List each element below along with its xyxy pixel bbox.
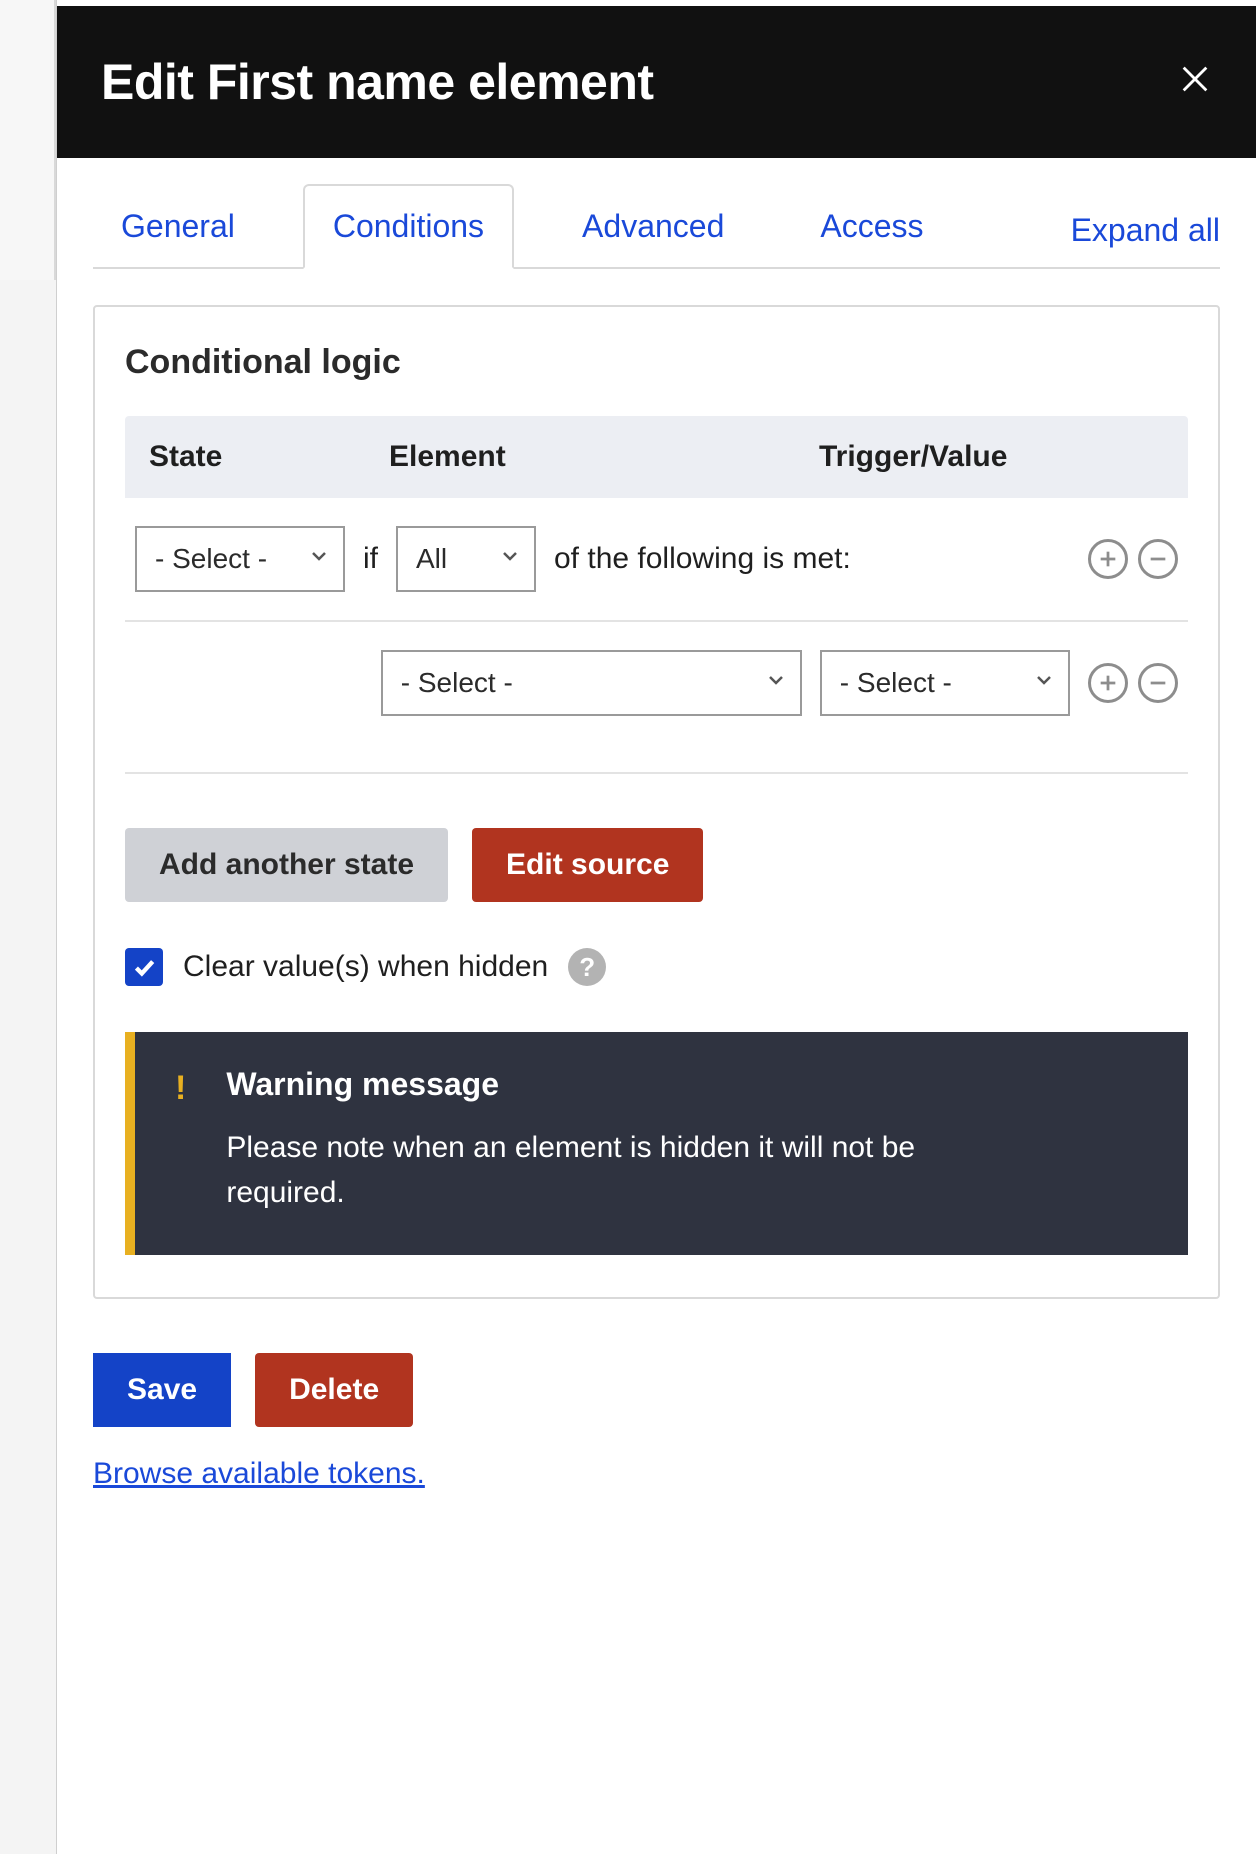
row-divider xyxy=(125,744,1188,774)
add-state-icon[interactable] xyxy=(1088,539,1128,579)
condition-row: - Select - - Select - xyxy=(125,622,1188,744)
footer-buttons: Save Delete xyxy=(93,1353,1220,1427)
trigger-select-value: - Select - xyxy=(840,667,952,699)
help-icon[interactable]: ? xyxy=(568,948,606,986)
all-any-select-value: All xyxy=(416,543,447,575)
remove-condition-icon[interactable] xyxy=(1138,663,1178,703)
condition-row-controls xyxy=(1088,663,1178,703)
state-row: - Select - if All of the foll xyxy=(125,498,1188,622)
modal: Edit First name element General Conditio… xyxy=(56,0,1256,1854)
tab-advanced[interactable]: Advanced xyxy=(554,186,752,267)
tabs: General Conditions Advanced Access xyxy=(93,184,952,267)
warning-icon: ! xyxy=(175,1066,186,1215)
tab-general[interactable]: General xyxy=(93,186,263,267)
warning-title: Warning message xyxy=(226,1066,986,1103)
add-another-state-button[interactable]: Add another state xyxy=(125,828,448,902)
delete-button[interactable]: Delete xyxy=(255,1353,413,1427)
column-header-element: Element xyxy=(389,440,819,474)
panel-button-row: Add another state Edit source xyxy=(125,828,1188,902)
tab-access[interactable]: Access xyxy=(792,186,951,267)
modal-header: Edit First name element xyxy=(57,6,1256,158)
tabs-row: General Conditions Advanced Access Expan… xyxy=(93,184,1220,269)
element-select-value: - Select - xyxy=(401,667,513,699)
state-row-controls xyxy=(1088,539,1178,579)
tab-conditions[interactable]: Conditions xyxy=(303,184,514,269)
save-button[interactable]: Save xyxy=(93,1353,231,1427)
state-select-value: - Select - xyxy=(155,543,267,575)
modal-body: General Conditions Advanced Access Expan… xyxy=(57,158,1256,1531)
modal-title: Edit First name element xyxy=(101,53,654,111)
warning-content: Warning message Please note when an elem… xyxy=(226,1066,986,1215)
column-header-trigger: Trigger/Value xyxy=(819,440,1164,474)
warning-message: ! Warning message Please note when an el… xyxy=(125,1032,1188,1255)
state-select[interactable]: - Select - xyxy=(135,526,345,592)
conditional-logic-panel: Conditional logic State Element Trigger/… xyxy=(93,305,1220,1299)
chevron-down-icon xyxy=(498,543,522,575)
chevron-down-icon xyxy=(764,667,788,699)
warning-body: Please note when an element is hidden it… xyxy=(226,1125,986,1215)
chevron-down-icon xyxy=(1032,667,1056,699)
conditions-table: State Element Trigger/Value - Select - i… xyxy=(125,416,1188,774)
clear-hidden-label: Clear value(s) when hidden xyxy=(183,950,548,984)
element-select[interactable]: - Select - xyxy=(381,650,802,716)
clear-hidden-checkbox[interactable] xyxy=(125,948,163,986)
edit-source-button[interactable]: Edit source xyxy=(472,828,703,902)
add-condition-icon[interactable] xyxy=(1088,663,1128,703)
column-header-state: State xyxy=(149,440,389,474)
remove-state-icon[interactable] xyxy=(1138,539,1178,579)
panel-title: Conditional logic xyxy=(125,343,1188,382)
expand-all-link[interactable]: Expand all xyxy=(1071,212,1220,267)
trigger-select[interactable]: - Select - xyxy=(820,650,1070,716)
if-label: if xyxy=(363,542,378,576)
page-backdrop: Edit First name element General Conditio… xyxy=(0,0,1256,1854)
chevron-down-icon xyxy=(307,543,331,575)
clear-hidden-row: Clear value(s) when hidden ? xyxy=(125,948,1188,986)
all-any-select[interactable]: All xyxy=(396,526,536,592)
browse-tokens-link[interactable]: Browse available tokens. xyxy=(93,1457,425,1491)
conditions-table-header: State Element Trigger/Value xyxy=(125,416,1188,498)
close-icon[interactable] xyxy=(1178,62,1212,103)
met-label: of the following is met: xyxy=(554,542,1070,576)
left-gutter xyxy=(0,0,56,280)
